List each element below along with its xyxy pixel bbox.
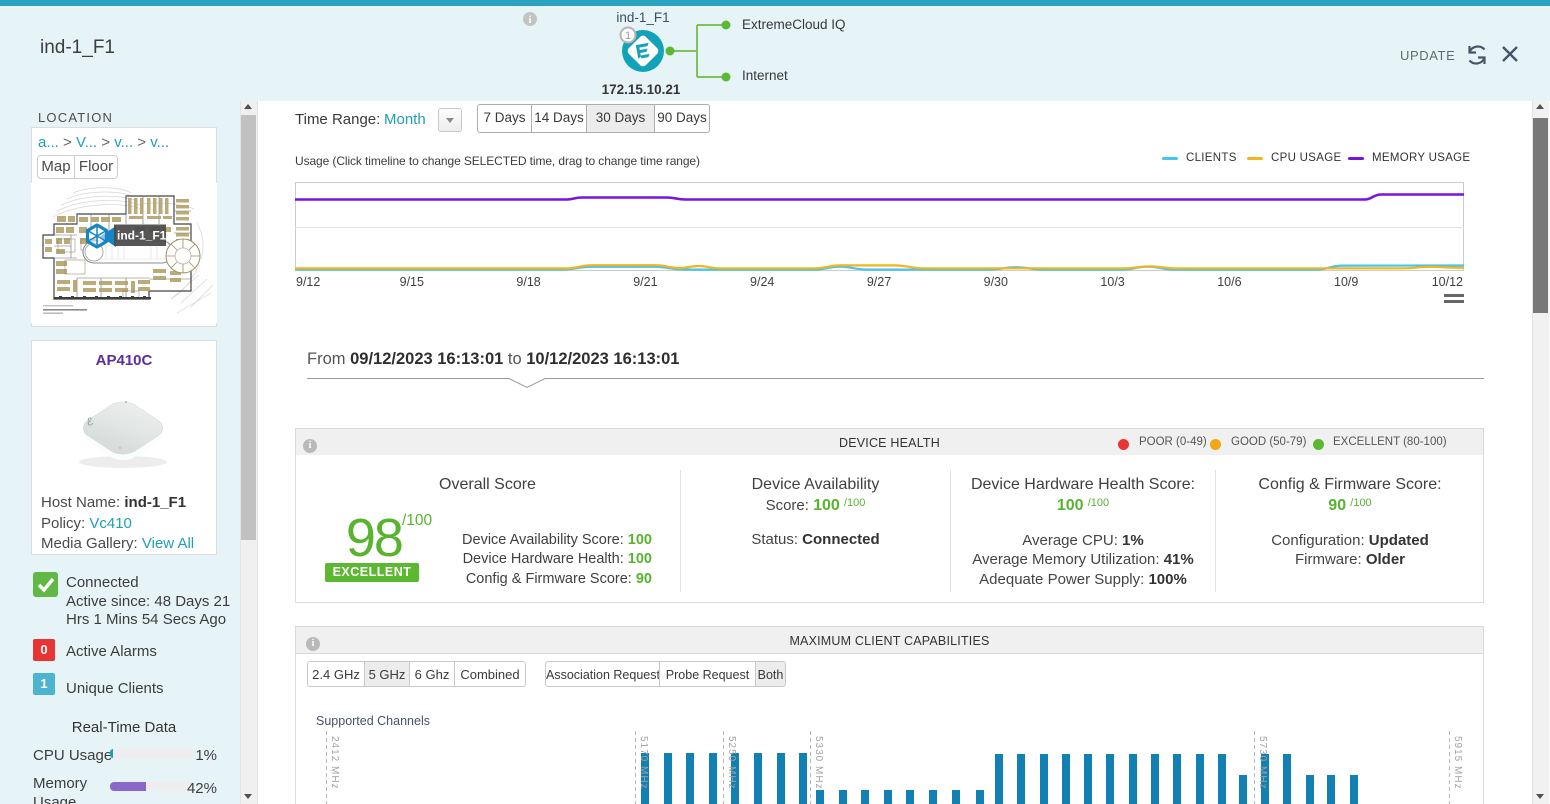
svg-text:9/30: 9/30 (984, 275, 1008, 289)
svg-text:5250 MHz: 5250 MHz (726, 736, 737, 790)
svg-text:5730 MHz: 5730 MHz (1257, 736, 1268, 790)
svg-text:ind-1_F1: ind-1_F1 (616, 10, 669, 25)
svg-text:9/24: 9/24 (750, 275, 774, 289)
svg-text:1: 1 (625, 30, 631, 42)
svg-text:9/18: 9/18 (516, 275, 540, 289)
svg-text:9/21: 9/21 (633, 275, 657, 289)
svg-text:5170 MHz: 5170 MHz (638, 736, 649, 790)
svg-text:i: i (529, 15, 532, 26)
svg-text:5330 MHz: 5330 MHz (813, 736, 824, 790)
svg-text:10/6: 10/6 (1217, 275, 1241, 289)
svg-text:2412 MHz: 2412 MHz (329, 736, 340, 790)
svg-text:5915 MHz: 5915 MHz (1452, 736, 1463, 790)
svg-text:9/27: 9/27 (867, 275, 891, 289)
svg-text:10/9: 10/9 (1334, 275, 1358, 289)
svg-text:9/15: 9/15 (400, 275, 424, 289)
svg-text:ind-1_F1: ind-1_F1 (117, 229, 167, 243)
svg-text:9/12: 9/12 (296, 275, 320, 289)
svg-text:10/3: 10/3 (1100, 275, 1124, 289)
svg-text:10/12: 10/12 (1432, 275, 1463, 289)
svg-text:172.15.10.21: 172.15.10.21 (602, 82, 681, 97)
svg-text:ExtremeCloud IQ: ExtremeCloud IQ (742, 17, 846, 32)
svg-text:Internet: Internet (742, 68, 788, 83)
